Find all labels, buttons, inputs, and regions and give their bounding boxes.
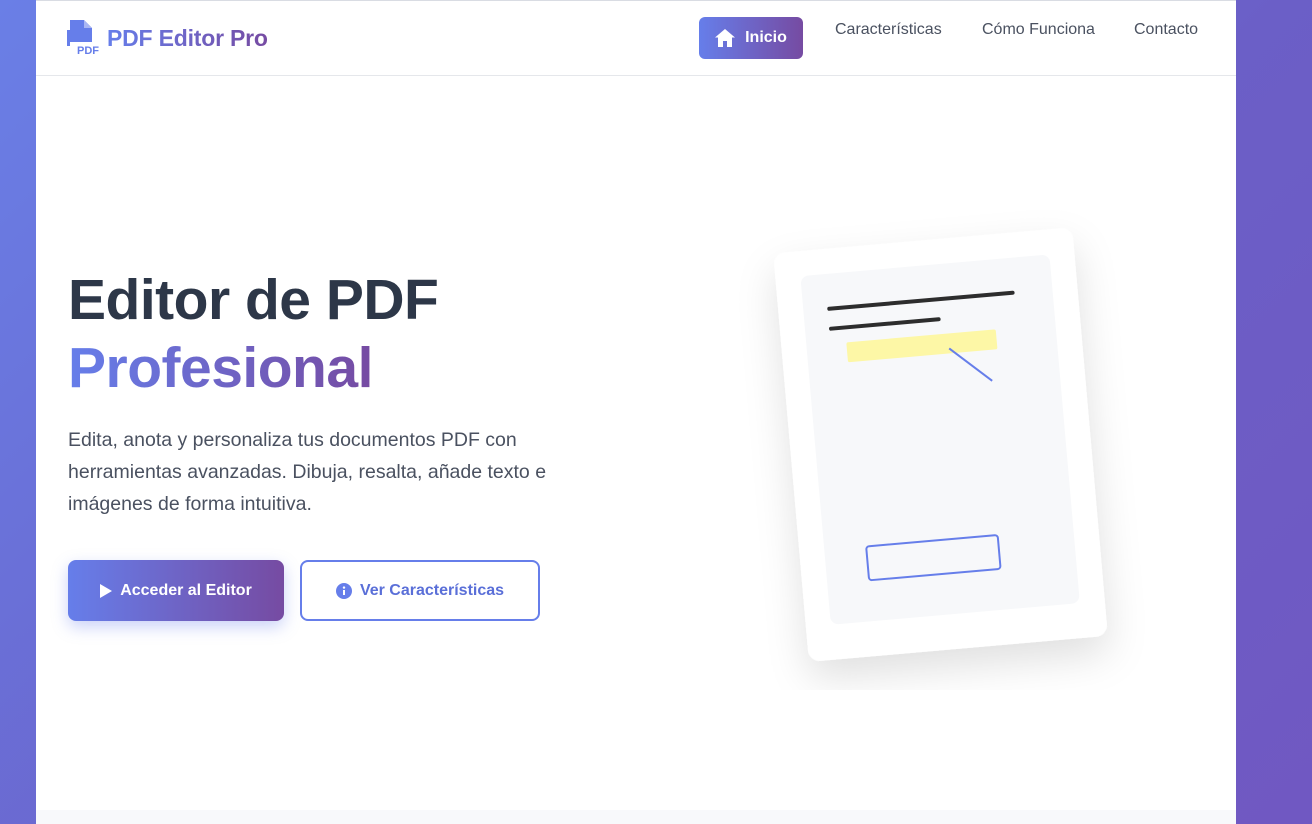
- hero-title: Editor de PDF Profesional: [68, 266, 439, 402]
- nav-link-contacto[interactable]: Contacto: [1134, 19, 1198, 41]
- access-editor-label: Acceder al Editor: [120, 581, 252, 599]
- nav-home-button[interactable]: Inicio: [699, 17, 803, 59]
- home-icon: [715, 29, 736, 47]
- brand-name: PDF Editor Pro: [107, 24, 268, 51]
- nav-link-caracteristicas[interactable]: Características: [835, 19, 942, 41]
- brand-logo[interactable]: PDF PDF Editor Pro: [67, 20, 268, 56]
- page-container: PDF PDF Editor Pro Inicio Característica…: [36, 0, 1236, 824]
- view-features-label: Ver Características: [359, 581, 505, 599]
- nav-home-label: Inicio: [745, 29, 787, 46]
- hero-title-line1: Editor de PDF: [68, 268, 439, 332]
- hero-title-line2: Profesional: [68, 336, 373, 400]
- navbar: PDF PDF Editor Pro Inicio Característica…: [36, 0, 1236, 76]
- document-illustration: [774, 228, 1107, 661]
- section-divider: [36, 810, 1236, 824]
- document-card: [774, 228, 1107, 661]
- view-features-button[interactable]: Ver Características: [300, 560, 540, 621]
- pdf-file-icon: PDF: [67, 20, 99, 56]
- document-page: [800, 255, 1080, 625]
- info-icon: [335, 582, 352, 599]
- nav-link-como-funciona[interactable]: Cómo Funciona: [982, 19, 1095, 41]
- pdf-icon-text: PDF: [77, 45, 99, 56]
- access-editor-button[interactable]: Acceder al Editor: [68, 560, 284, 621]
- hero-description: Edita, anota y personaliza tus documento…: [68, 429, 547, 515]
- play-icon: [100, 583, 113, 598]
